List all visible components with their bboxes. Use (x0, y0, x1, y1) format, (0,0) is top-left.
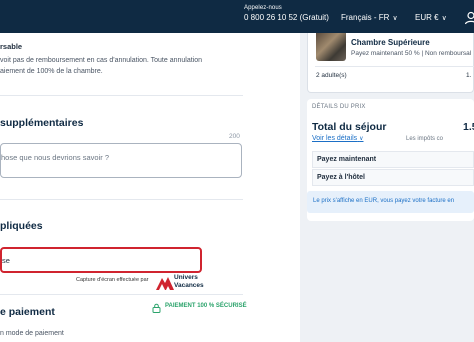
total-label: Total du séjour (312, 121, 387, 133)
section-divider (0, 199, 243, 200)
call-us-label: Appelez-nous (244, 5, 282, 11)
currency-selector[interactable]: EUR € ∨ (415, 13, 447, 22)
policy-line: voit pas de remboursement en cas d'annul… (0, 57, 203, 64)
currency-label: EUR € (415, 13, 439, 22)
booking-form: rsable voit pas de remboursement en cas … (0, 33, 268, 342)
top-header: Appelez-nous 0 800 26 10 52 (Gratuit) Fr… (0, 0, 474, 33)
special-requests-textarea[interactable]: hose que nous devrions savoir ? (0, 143, 242, 178)
pay-now-row: Payez maintenant (312, 151, 474, 168)
currency-info-text: Le prix s'affiche en EUR, vous payez vot… (313, 198, 455, 204)
character-counter: 200 (229, 133, 240, 140)
user-icon[interactable] (464, 11, 474, 25)
lock-icon (152, 303, 161, 313)
policy-line: aiement de 100% de la chambre. (0, 68, 103, 75)
payment-section-title: e paiement (0, 306, 55, 318)
brand-line: Univers (174, 274, 198, 281)
chevron-down-icon: ∨ (359, 136, 364, 142)
payment-method-subtitle: n mode de paiement (0, 330, 64, 337)
special-requests-title: supplémentaires (0, 117, 84, 129)
brand-line: Vacances (174, 282, 204, 289)
currency-info-banner: Le prix s'affiche en EUR, vous payez vot… (307, 191, 474, 213)
applied-input-value: se (2, 256, 10, 265)
section-divider (0, 95, 243, 96)
room-name: Chambre Supérieure (351, 38, 430, 47)
guest-price: 1. (466, 72, 472, 79)
pay-at-hotel-row: Payez à l'hôtel (312, 169, 474, 186)
secure-payment-badge: PAIEMENT 100 % SÉCURISÉ (165, 303, 247, 309)
applied-input-field[interactable]: se (0, 247, 202, 273)
pay-at-hotel-label: Payez à l'hôtel (317, 174, 365, 181)
textarea-placeholder: hose que nous devrions savoir ? (1, 153, 109, 162)
card-divider (315, 66, 474, 67)
screenshot-credit: Capture d'écran effectuée par (76, 277, 149, 283)
price-details-label: DÉTAILS DU PRIX (312, 104, 366, 110)
section-divider (0, 294, 243, 295)
language-selector[interactable]: Français - FR ∨ (341, 13, 398, 22)
univers-vacances-wordmark: Univers Vacances (174, 274, 204, 290)
guest-count: 2 adulte(s) (316, 72, 347, 79)
pay-now-label: Payez maintenant (317, 156, 377, 163)
language-label: Français - FR (341, 13, 390, 22)
cancellation-policy-text: voit pas de remboursement en cas d'annul… (0, 55, 240, 77)
view-details-label: Voir les détails (312, 135, 358, 142)
chevron-down-icon: ∨ (441, 15, 447, 22)
chevron-down-icon: ∨ (392, 15, 398, 22)
taxes-note: Les impôts co (406, 136, 444, 142)
view-details-link[interactable]: Voir les détails ∨ (312, 135, 364, 142)
total-amount: 1.5 (463, 121, 474, 133)
applied-section-title: pliquées (0, 220, 43, 232)
room-terms: Payez maintenant 50 % | Non remboursal (351, 50, 472, 57)
cancellation-policy-title: rsable (0, 42, 23, 51)
room-thumbnail (316, 33, 346, 61)
phone-number[interactable]: 0 800 26 10 52 (Gratuit) (244, 13, 329, 22)
univers-vacances-logo (156, 277, 174, 290)
